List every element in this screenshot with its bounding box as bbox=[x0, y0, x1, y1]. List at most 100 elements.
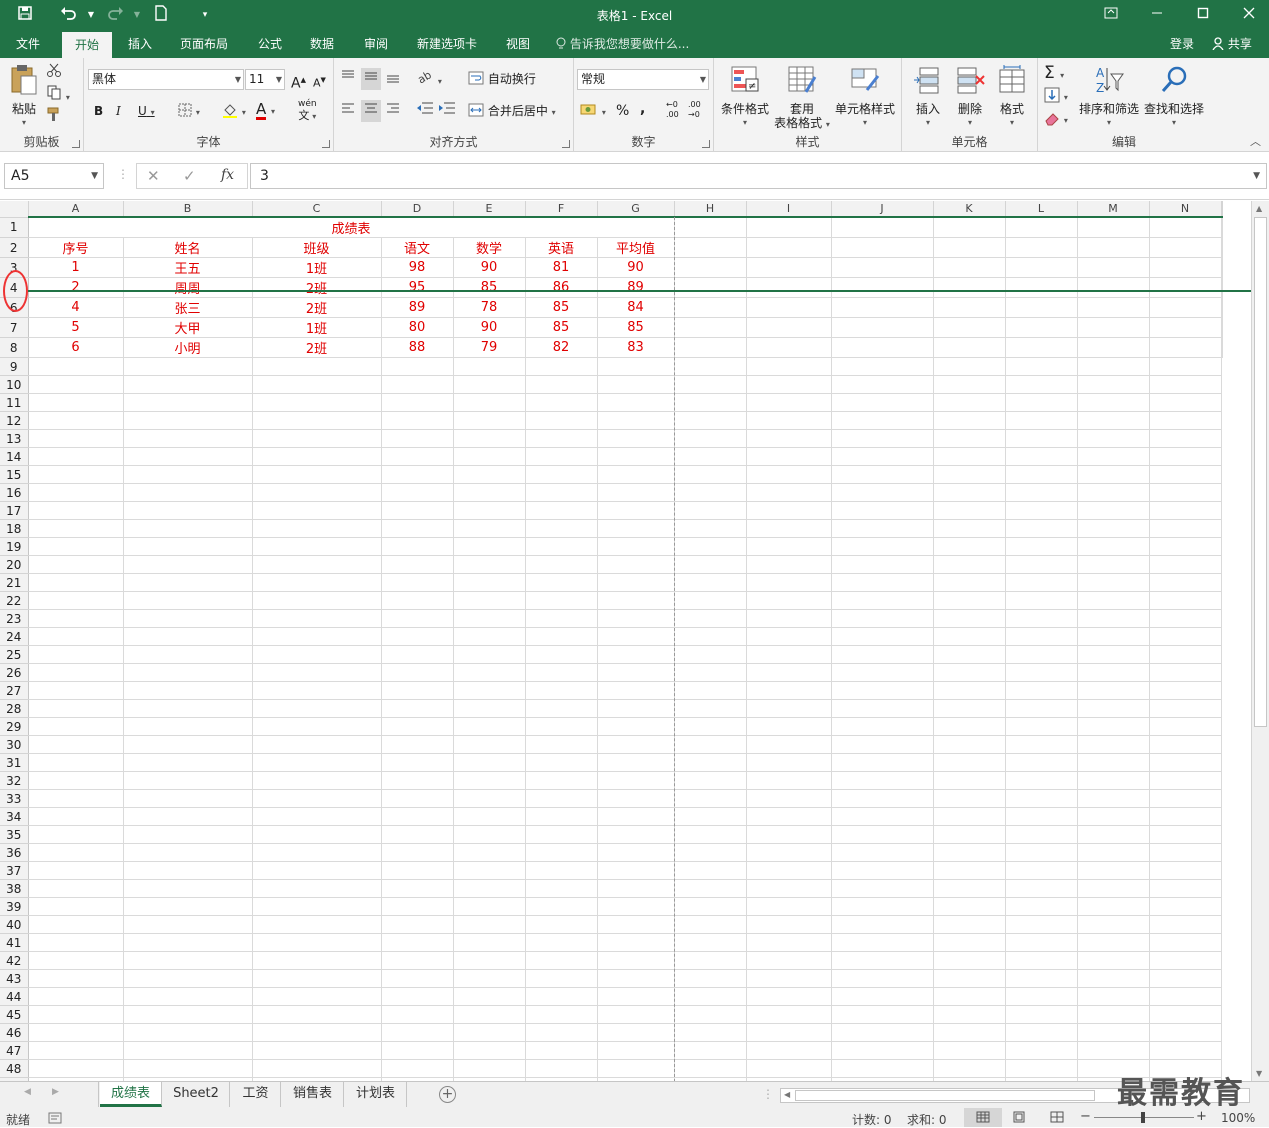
cell[interactable] bbox=[123, 537, 253, 556]
ribbon-display-icon[interactable] bbox=[1096, 4, 1126, 26]
cell[interactable] bbox=[1221, 237, 1223, 258]
cell[interactable] bbox=[453, 807, 526, 826]
cell[interactable] bbox=[1149, 807, 1222, 826]
cell[interactable] bbox=[252, 1059, 382, 1078]
data-cell[interactable]: 5 bbox=[28, 317, 124, 338]
column-header-k[interactable]: K bbox=[933, 201, 1006, 218]
cell[interactable] bbox=[674, 915, 747, 934]
cell[interactable] bbox=[123, 897, 253, 916]
cell[interactable] bbox=[1077, 483, 1150, 502]
cell[interactable] bbox=[831, 879, 934, 898]
row-header[interactable]: 39 bbox=[0, 897, 29, 916]
cell[interactable] bbox=[831, 915, 934, 934]
bold-button[interactable]: B bbox=[94, 100, 103, 122]
cell[interactable] bbox=[597, 1005, 675, 1024]
cell[interactable] bbox=[453, 699, 526, 718]
add-sheet-icon[interactable]: + bbox=[439, 1086, 456, 1103]
cell[interactable] bbox=[381, 1005, 454, 1024]
cell[interactable] bbox=[252, 429, 382, 448]
cell[interactable] bbox=[1077, 969, 1150, 988]
cell[interactable] bbox=[597, 987, 675, 1006]
cell[interactable] bbox=[453, 429, 526, 448]
increase-indent-icon[interactable] bbox=[438, 100, 456, 122]
cell[interactable] bbox=[674, 645, 747, 664]
cell[interactable] bbox=[746, 897, 832, 916]
cell[interactable] bbox=[1005, 1041, 1078, 1060]
cell[interactable] bbox=[933, 519, 1006, 538]
column-header-m[interactable]: M bbox=[1077, 201, 1150, 218]
cell[interactable] bbox=[28, 1041, 124, 1060]
header-cell[interactable]: 数学 bbox=[453, 237, 526, 258]
cell[interactable] bbox=[1005, 297, 1078, 318]
cell[interactable] bbox=[1149, 771, 1222, 790]
cell[interactable] bbox=[28, 501, 124, 520]
row-header[interactable]: 28 bbox=[0, 699, 29, 718]
cell[interactable] bbox=[381, 987, 454, 1006]
cell[interactable] bbox=[933, 317, 1006, 338]
header-cell[interactable]: 英语 bbox=[525, 237, 598, 258]
scroll-tabs-left-icon[interactable]: ◀ bbox=[24, 1087, 31, 1097]
cell[interactable] bbox=[381, 735, 454, 754]
cell[interactable] bbox=[746, 337, 832, 358]
cell[interactable] bbox=[381, 681, 454, 700]
cell[interactable] bbox=[252, 1005, 382, 1024]
cell[interactable] bbox=[252, 771, 382, 790]
cell[interactable] bbox=[252, 897, 382, 916]
tab-formulas[interactable]: 公式 bbox=[248, 30, 292, 58]
cell[interactable] bbox=[933, 879, 1006, 898]
cell[interactable] bbox=[252, 645, 382, 664]
cell[interactable] bbox=[453, 555, 526, 574]
cell[interactable] bbox=[831, 1059, 934, 1078]
cell[interactable] bbox=[525, 573, 598, 592]
cell[interactable] bbox=[1149, 447, 1222, 466]
cell[interactable] bbox=[1005, 609, 1078, 628]
cell[interactable] bbox=[831, 217, 934, 238]
cell[interactable] bbox=[831, 447, 934, 466]
cell[interactable] bbox=[674, 237, 747, 258]
cell[interactable] bbox=[933, 411, 1006, 430]
cell[interactable] bbox=[746, 1005, 832, 1024]
cell[interactable] bbox=[831, 1005, 934, 1024]
cell[interactable] bbox=[381, 627, 454, 646]
data-cell[interactable]: 88 bbox=[381, 337, 454, 358]
row-header[interactable]: 20 bbox=[0, 555, 29, 574]
cell[interactable] bbox=[1149, 663, 1222, 682]
cell[interactable] bbox=[933, 735, 1006, 754]
cell[interactable] bbox=[123, 699, 253, 718]
row-header[interactable]: 26 bbox=[0, 663, 29, 682]
cell[interactable] bbox=[525, 825, 598, 844]
row-header[interactable]: 25 bbox=[0, 645, 29, 664]
row-header[interactable]: 14 bbox=[0, 447, 29, 466]
cell[interactable] bbox=[746, 1041, 832, 1060]
cell[interactable] bbox=[525, 771, 598, 790]
cell[interactable] bbox=[746, 645, 832, 664]
cell[interactable] bbox=[597, 933, 675, 952]
comma-button[interactable]: , bbox=[640, 98, 645, 120]
cell[interactable] bbox=[1149, 933, 1222, 952]
cell[interactable] bbox=[123, 483, 253, 502]
cell[interactable] bbox=[831, 933, 934, 952]
cell[interactable] bbox=[1005, 375, 1078, 394]
data-cell[interactable]: 89 bbox=[381, 297, 454, 318]
copy-icon[interactable]: ▾ bbox=[46, 84, 70, 106]
cell[interactable] bbox=[933, 537, 1006, 556]
cell[interactable] bbox=[597, 465, 675, 484]
cell[interactable] bbox=[1149, 501, 1222, 520]
cell[interactable] bbox=[1077, 257, 1150, 278]
cell[interactable] bbox=[746, 789, 832, 808]
cell[interactable] bbox=[1149, 277, 1222, 298]
cell[interactable] bbox=[525, 951, 598, 970]
cell[interactable] bbox=[1149, 789, 1222, 808]
cell[interactable] bbox=[28, 519, 124, 538]
cell[interactable] bbox=[1149, 465, 1222, 484]
cell[interactable] bbox=[831, 1041, 934, 1060]
cell[interactable] bbox=[252, 843, 382, 862]
cell[interactable] bbox=[252, 807, 382, 826]
cell[interactable] bbox=[597, 825, 675, 844]
cell[interactable] bbox=[1077, 627, 1150, 646]
percent-button[interactable]: % bbox=[616, 100, 629, 122]
cell[interactable] bbox=[746, 735, 832, 754]
tab-new-tab[interactable]: 新建选项卡 bbox=[408, 30, 486, 58]
cell[interactable] bbox=[525, 987, 598, 1006]
format-cells-button[interactable]: 格式 ▾ bbox=[992, 64, 1032, 130]
